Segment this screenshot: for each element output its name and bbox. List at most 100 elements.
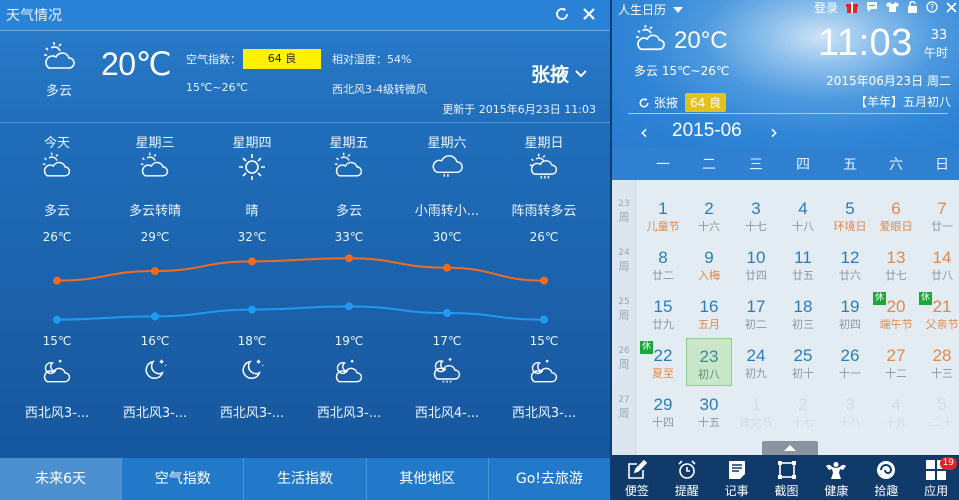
lunar-day: 二十 [931, 416, 953, 429]
toolbar-button-screenshot[interactable]: 截图 [762, 455, 812, 500]
calendar-day[interactable]: 12 廿六 [827, 240, 873, 288]
gift-icon[interactable] [846, 1, 858, 13]
toolbar-button-fun[interactable]: 拾趣 [861, 455, 911, 500]
close-icon[interactable] [578, 3, 600, 25]
day-wind: 西北风3-... [24, 406, 90, 421]
tab-go-travel[interactable]: Go!去旅游 [489, 458, 610, 500]
day-number: 16 [699, 297, 719, 316]
calendar-day[interactable]: 24 初九 [733, 338, 779, 386]
calendar-day[interactable]: 1 建党节 [733, 387, 779, 435]
day-wind: 西北风3-... [511, 406, 577, 421]
lunar-day: 十三 [931, 367, 953, 380]
day-condition: 阵雨转多云 [511, 204, 577, 219]
calendar-day[interactable]: 5 二十 [919, 387, 959, 435]
current-month[interactable]: 2015-06 [672, 120, 742, 142]
lunar-day: 廿九 [652, 318, 674, 331]
calendar-day[interactable]: 1 儿童节 [640, 191, 686, 239]
day-condition: 多云转晴 [128, 204, 181, 219]
calendar-day[interactable]: 25 初十 [780, 338, 826, 386]
day-wind: 西北风4-... [414, 406, 480, 421]
calendar-day[interactable]: 休 20 端午节 [873, 289, 919, 337]
day-number: 8 [658, 248, 668, 267]
calendar-day[interactable]: 2 十七 [780, 387, 826, 435]
lunar-day: 建党节 [739, 416, 773, 429]
next-month-button[interactable]: › [766, 120, 782, 144]
caret-up-icon [784, 445, 796, 451]
lunar-day: 十七 [792, 416, 814, 429]
calendar-day[interactable]: 28 十三 [919, 338, 959, 386]
message-icon[interactable] [866, 1, 878, 13]
cloudy-night-icon [7, 356, 107, 388]
refresh-icon[interactable] [551, 3, 573, 25]
toolbar-button-apps[interactable]: 应用 19 [911, 455, 959, 500]
day-number: 24 [746, 346, 766, 365]
collapse-button[interactable] [762, 441, 818, 455]
calendar-day[interactable]: 7 廿一 [919, 191, 959, 239]
calendar-day[interactable]: 6 爱眼日 [873, 191, 919, 239]
day-condition: 小雨转小... [414, 204, 480, 219]
close-icon[interactable] [946, 1, 957, 13]
calendar-day[interactable]: 26 十一 [827, 338, 873, 386]
toolbar-label: 截图 [774, 484, 799, 498]
calendar-day[interactable]: 27 十二 [873, 338, 919, 386]
calendar-panel: 人生日历 登录 ? 20°C 多云 15℃~26℃ 11:03 33 午时 20… [610, 0, 959, 500]
day-condition: 多云 [335, 204, 362, 219]
holiday-rest-badge: 休 [919, 292, 932, 305]
screenshot-icon [762, 460, 812, 480]
refresh-weather[interactable]: 张掖 64 良 [638, 93, 727, 112]
calendar-day[interactable]: 8 廿二 [640, 240, 686, 288]
light-rain-icon [397, 152, 497, 184]
app-name: 人生日历 [618, 3, 667, 17]
day-number: 1 [751, 395, 761, 414]
calendar-day[interactable]: 18 初三 [780, 289, 826, 337]
calendar-day[interactable]: 19 初四 [827, 289, 873, 337]
toolbar-button-alarm[interactable]: 提醒 [662, 455, 712, 500]
calendar-city: 张掖 [654, 96, 679, 110]
calendar-day[interactable]: 4 十九 [873, 387, 919, 435]
calendar-day-today[interactable]: 23 初八 [686, 338, 732, 386]
high-temperature-label: 32℃ [237, 230, 267, 244]
toolbar-label: 应用 [924, 484, 949, 498]
calendar-day[interactable]: 29 十四 [640, 387, 686, 435]
calendar-day[interactable]: 11 廿五 [780, 240, 826, 288]
calendar-day[interactable]: 9 入梅 [686, 240, 732, 288]
calendar-day[interactable]: 13 廿七 [873, 240, 919, 288]
toolbar-button-notebook[interactable]: 记事 [712, 455, 762, 500]
calendar-day[interactable]: 10 廿四 [733, 240, 779, 288]
city-selector[interactable]: 张掖 [531, 60, 587, 87]
help-icon[interactable]: ? [926, 1, 938, 13]
weekday-label: 三 [749, 157, 763, 173]
svg-text:?: ? [930, 3, 934, 12]
calendar-day[interactable]: 30 十五 [686, 387, 732, 435]
calendar-day[interactable]: 15 廿九 [640, 289, 686, 337]
lunar-day: 廿一 [931, 220, 953, 233]
calendar-day[interactable]: 16 五月 [686, 289, 732, 337]
shirt-icon[interactable] [886, 1, 899, 13]
prev-month-button[interactable]: ‹ [636, 120, 652, 144]
calendar-day[interactable]: 17 初二 [733, 289, 779, 337]
high-temp-point [443, 263, 451, 272]
lunar-day: 初八 [698, 368, 720, 381]
tab-air-index[interactable]: 空气指数 [122, 458, 245, 500]
toolbar-button-fitness[interactable]: 健康 [811, 455, 861, 500]
calendar-day[interactable]: 14 廿八 [919, 240, 959, 288]
tab-other-regions[interactable]: 其他地区 [367, 458, 489, 500]
calendar-day[interactable]: 5 环境日 [827, 191, 873, 239]
aqi-value[interactable]: 64 良 [243, 49, 321, 69]
calendar-day[interactable]: 2 十六 [686, 191, 732, 239]
calendar-day[interactable]: 4 十八 [780, 191, 826, 239]
lock-icon[interactable] [907, 1, 918, 13]
tab-future-6-days[interactable]: 未来6天 [0, 458, 123, 500]
toolbar-button-note[interactable]: 便签 [612, 455, 662, 500]
low-temperature-label: 19℃ [334, 334, 364, 348]
tab-life-index[interactable]: 生活指数 [244, 458, 367, 500]
calendar-day[interactable]: 休 21 父亲节 [919, 289, 959, 337]
calendar-day[interactable]: 3 十七 [733, 191, 779, 239]
calendar-day[interactable]: 休 22 夏至 [640, 338, 686, 386]
week-number: 26 周 [612, 345, 636, 371]
weekday-label: 四 [796, 157, 810, 173]
calendar-day[interactable]: 3 十八 [827, 387, 873, 435]
app-menu[interactable]: 人生日历 [618, 1, 684, 18]
day-number: 19 [840, 297, 860, 316]
login-link[interactable]: 登录 [814, 0, 838, 16]
